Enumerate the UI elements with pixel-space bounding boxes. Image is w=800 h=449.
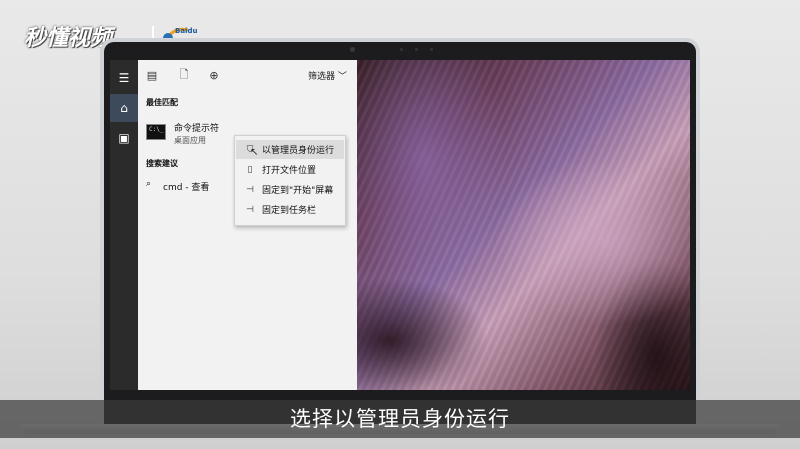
search-suggest-heading: 搜索建议 (146, 159, 178, 168)
sensor-dot (415, 48, 418, 51)
laptop-screen: ☰ ⌂ ▣ ▤ 🗋 ⊕ 筛选器 ﹀ 最佳匹配 C:\_ 命令提示符 桌面应用 搜… (110, 60, 690, 390)
web-filter-icon[interactable]: ⊕ (206, 67, 222, 83)
document-icon[interactable]: ▣ (110, 124, 138, 152)
pin-to-start-item[interactable]: ⊣ 固定到"开始"屏幕 (236, 180, 344, 199)
start-taskbar: ☰ ⌂ ▣ (110, 60, 138, 390)
mouse-cursor-icon: ↖ (250, 147, 259, 158)
desktop-wallpaper (357, 60, 690, 390)
partner-logo-text: Baidu (175, 27, 198, 35)
chevron-down-icon: ﹀ (337, 72, 347, 82)
open-file-location-item[interactable]: ▯ 打开文件位置 (236, 160, 344, 179)
command-prompt-icon[interactable]: C:\_ (146, 124, 166, 140)
app-name[interactable]: 命令提示符 (174, 121, 219, 134)
filter-label: 筛选器 (308, 72, 336, 82)
app-type: 桌面应用 (174, 136, 206, 145)
home-icon[interactable]: ⌂ (110, 94, 138, 122)
sensor-dot (430, 48, 433, 51)
pin-to-taskbar-item[interactable]: ⊣ 固定到任务栏 (236, 200, 344, 219)
search-results-panel: ▤ 🗋 ⊕ 筛选器 ﹀ 最佳匹配 C:\_ 命令提示符 桌面应用 搜索建议 ⌕ … (138, 60, 357, 390)
webcam-icon (350, 47, 355, 52)
panel-toolbar: ▤ 🗋 ⊕ 筛选器 ﹀ (138, 60, 357, 90)
suggest-query[interactable]: cmd - 查看 (163, 180, 209, 193)
pin-icon: ⊣ (246, 184, 254, 195)
documents-filter-icon[interactable]: 🗋 (176, 67, 192, 83)
apps-filter-icon[interactable]: ▤ (144, 67, 160, 83)
search-icon: ⌕ (146, 179, 152, 189)
best-match-heading: 最佳匹配 (146, 98, 178, 107)
file-icon: ▯ (247, 164, 253, 175)
pin-icon: ⊣ (246, 204, 254, 215)
filter-dropdown[interactable]: 筛选器 ﹀ (308, 69, 347, 82)
sensor-dot (400, 48, 403, 51)
hamburger-menu-icon[interactable]: ☰ (110, 64, 138, 92)
subtitle-text: 选择以管理员身份运行 (290, 407, 510, 431)
brand-watermark: 秒懂视频 (24, 26, 113, 51)
